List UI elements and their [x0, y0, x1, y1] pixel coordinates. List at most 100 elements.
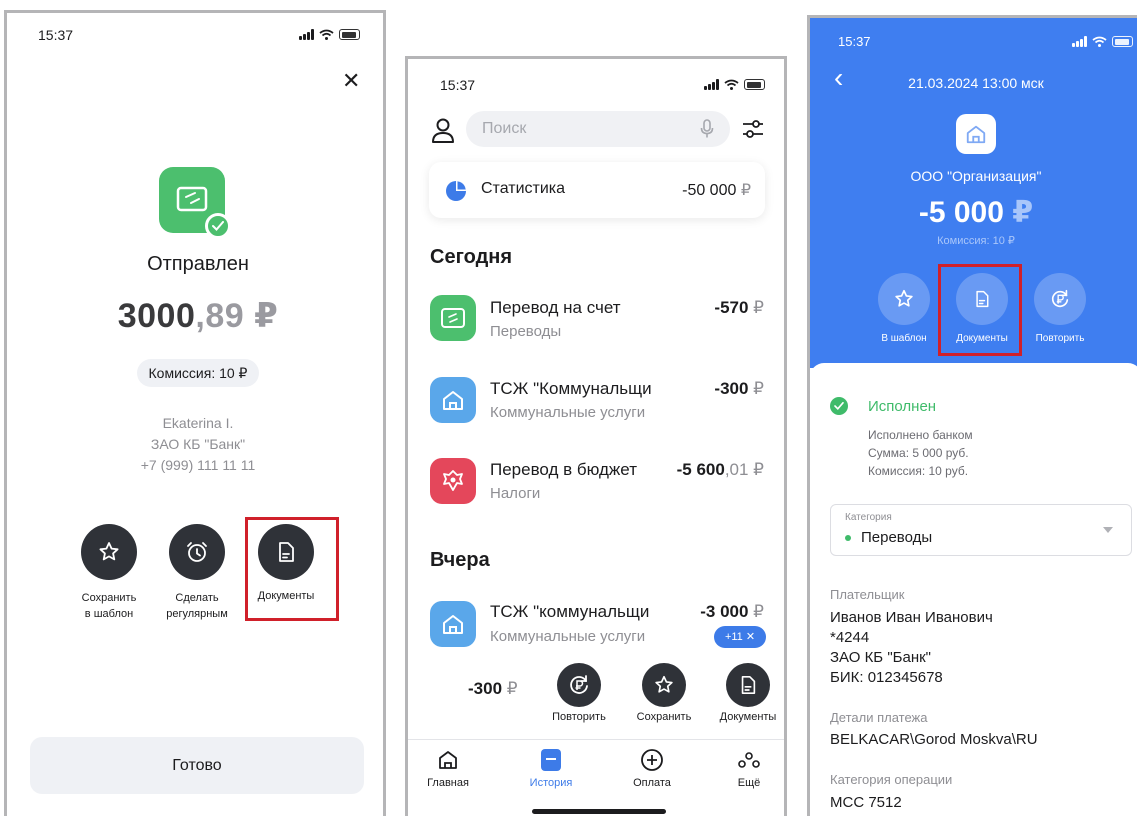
details-label: Детали платежа [830, 710, 928, 725]
signal-icon [704, 79, 719, 90]
highlight-box [245, 517, 339, 621]
make-regular-label-1: Сделать [175, 592, 219, 604]
transaction-datetime: 21.03.2024 13:00 мск [908, 75, 1044, 91]
pie-chart-icon [446, 181, 466, 201]
template-label: В шаблон [881, 333, 927, 344]
history-icon [541, 749, 561, 771]
section-header-today: Сегодня [430, 246, 513, 268]
save-button[interactable] [642, 663, 686, 707]
transaction-title[interactable]: Перевод в бюджет [490, 460, 637, 480]
category-dot [845, 535, 851, 541]
microphone-icon[interactable] [700, 119, 714, 139]
status-time: 15:37 [440, 77, 476, 93]
section-header-yesterday: Вчера [430, 549, 490, 571]
more-dots-icon [738, 752, 760, 768]
repeat-label: Повторить [552, 711, 606, 723]
template-button[interactable] [878, 273, 930, 325]
filter-icon[interactable] [741, 117, 765, 141]
transaction-subtitle: Коммунальные услуги [490, 628, 646, 645]
statistics-amount: -50 000 ₽ [682, 182, 751, 199]
status-time: 15:37 [38, 27, 74, 43]
nav-history[interactable]: История [516, 747, 586, 789]
nav-more[interactable]: Ещё [714, 747, 784, 789]
home-icon [439, 751, 457, 769]
transaction-title[interactable]: ТСЖ "коммунальщи [490, 602, 649, 622]
commission: Комиссия: 10 ₽ [937, 235, 1015, 247]
repeat-ruble-icon [1051, 289, 1069, 308]
search-placeholder: Поиск [482, 120, 527, 137]
swipe-amount: -300 ₽ [468, 679, 518, 698]
amount: 3000,89 ₽ [7, 296, 383, 336]
status-bar: 15:37 [408, 77, 784, 99]
battery-icon [744, 79, 765, 90]
alarm-clock-icon [187, 542, 207, 562]
transaction-title[interactable]: ТСЖ "Коммунальщи [490, 379, 652, 399]
repeat-label: Повторить [1035, 333, 1085, 344]
badge-close-icon: ✕ [745, 631, 756, 643]
transfer-icon [430, 295, 476, 341]
amount-fraction: ,89 ₽ [195, 297, 279, 335]
back-chevron-icon[interactable]: ‹ [834, 64, 843, 92]
documents-button[interactable] [726, 663, 770, 707]
status-details: Исполнено банком Сумма: 5 000 руб. Комис… [868, 428, 973, 478]
transaction-amount: -5 600,01 ₽ [676, 460, 764, 479]
save-template-button[interactable] [81, 524, 137, 580]
statistics-label: Статистика [481, 180, 566, 197]
amount-integer: 3000 [117, 297, 196, 335]
transaction-amount: -3 000 ₽ [700, 602, 764, 621]
nav-more-label: Ещё [737, 777, 761, 789]
profile-icon[interactable] [430, 116, 456, 144]
documents-label: Документы [719, 711, 777, 723]
wifi-icon [724, 79, 739, 90]
document-icon [741, 676, 756, 695]
comparison-canvas: 15:37 ✕ Отправлен 3000,89 ₽ Комиссия: 10… [0, 0, 1137, 816]
category-dropdown[interactable]: Категория Переводы [830, 504, 1132, 556]
payment-amount: -5 000 ₽ [918, 196, 1034, 229]
nav-history-label: История [529, 777, 573, 789]
recipient-phone: +7 (999) 111 11 11 [140, 457, 256, 473]
transaction-title[interactable]: Перевод на счет [490, 298, 621, 318]
op-category-value: МСС 7512 [830, 794, 902, 811]
payer-label: Плательщик [830, 587, 905, 602]
star-icon [895, 289, 913, 307]
home-indicator [532, 809, 666, 814]
recipient-bank: ЗАО КБ "Банк" [150, 436, 246, 452]
nav-payment[interactable]: Оплата [617, 747, 687, 789]
signal-icon [299, 29, 314, 40]
status-time: 15:37 [838, 34, 871, 49]
recipient-info: Ekaterina I. ЗАО КБ "Банк" +7 (999) 111 … [7, 413, 383, 476]
repeat-ruble-icon [570, 675, 588, 694]
wifi-icon [319, 29, 334, 40]
save-template-label-2: в шаблон [84, 608, 134, 620]
make-regular-button[interactable] [169, 524, 225, 580]
payer-info: Иванов Иван Иванович *4244 ЗАО КБ "Банк"… [830, 609, 993, 686]
make-regular-label-2: регулярным [166, 608, 228, 620]
star-icon [99, 542, 119, 561]
done-button[interactable]: Готово [30, 737, 364, 794]
transaction-amount: -300 ₽ [714, 379, 764, 398]
save-template-label-1: Сохранить [81, 592, 137, 604]
signal-icon [1072, 36, 1087, 47]
status-bar: 15:37 [7, 27, 383, 49]
house-icon [430, 377, 476, 423]
category-value: Переводы [861, 529, 933, 546]
tax-emblem-icon [430, 458, 476, 504]
star-icon [655, 675, 673, 693]
transfer-success-icon [159, 167, 231, 239]
repeat-button[interactable] [1034, 273, 1086, 325]
repeat-button[interactable] [557, 663, 601, 707]
status-text: Исполнен [868, 398, 937, 415]
highlight-box [938, 264, 1022, 356]
nav-home[interactable]: Главная [413, 747, 483, 789]
status-title: Отправлен [147, 253, 249, 275]
group-count-badge[interactable]: +11 ✕ [714, 626, 766, 648]
house-icon [430, 601, 476, 647]
nav-payment-label: Оплата [633, 777, 671, 789]
status-bar: 15:37 [810, 34, 1137, 56]
search-input[interactable]: Поиск [466, 111, 730, 147]
save-label: Сохранить [636, 711, 692, 723]
nav-home-label: Главная [427, 777, 469, 789]
close-icon[interactable]: ✕ [342, 68, 360, 94]
statistics-card[interactable]: Статистика -50 000 ₽ [429, 162, 765, 218]
battery-icon [339, 29, 360, 40]
